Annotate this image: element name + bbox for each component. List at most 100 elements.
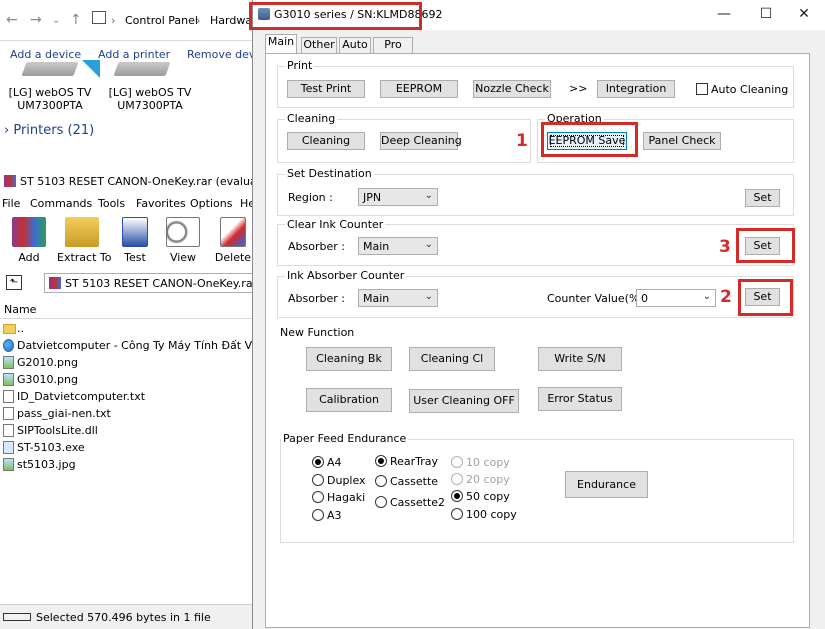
- region-label: Region :: [288, 191, 333, 204]
- delete-button[interactable]: Delete: [208, 215, 258, 265]
- device-label: [LG] webOS TV UM7300PTA: [8, 86, 92, 112]
- test-label: Test: [124, 251, 146, 264]
- chevron-down-icon[interactable]: ⌄: [52, 15, 60, 26]
- winrar-icon: [4, 175, 16, 187]
- image-file-icon: [3, 356, 14, 369]
- menu-options[interactable]: Options: [190, 197, 232, 210]
- clear-absorber-label: Absorber :: [288, 240, 345, 253]
- ink-absorber-counter-group: [277, 276, 794, 318]
- tray-cassette-radio[interactable]: [375, 475, 387, 487]
- breadcrumb-hardware[interactable]: Hardwa: [210, 14, 252, 27]
- tab-pro[interactable]: Pro: [373, 37, 413, 53]
- tv-device-icon[interactable]: [18, 60, 100, 84]
- file-icon: [3, 390, 14, 403]
- menu-favorites[interactable]: Favorites: [136, 197, 186, 210]
- add-button[interactable]: Add: [4, 215, 54, 265]
- ink-absorber-counter-label: Ink Absorber Counter: [285, 269, 407, 282]
- forward-arrow-icon[interactable]: →: [30, 12, 42, 28]
- copy-20-label: 20 copy: [466, 473, 510, 486]
- breadcrumb-control-panel[interactable]: Control Panel: [125, 14, 198, 27]
- list-item[interactable]: ID_Datvietcomputer.txt: [0, 388, 252, 405]
- tv-device-icon[interactable]: [110, 62, 174, 84]
- copy-20-radio[interactable]: [451, 473, 463, 485]
- size-hagaki-radio[interactable]: [312, 491, 324, 503]
- deep-cleaning-button[interactable]: Deep Cleaning: [380, 132, 462, 150]
- endurance-button[interactable]: Endurance: [565, 471, 648, 498]
- nozzle-check-button[interactable]: Nozzle Check: [473, 80, 551, 98]
- size-a4-radio[interactable]: [312, 456, 324, 468]
- breadcrumb-separator: ›: [196, 14, 201, 27]
- delete-icon: [220, 217, 246, 247]
- set-destination-group: [277, 174, 794, 216]
- add-printer-link[interactable]: Add a printer: [98, 48, 170, 61]
- extract-to-label: Extract To: [57, 251, 112, 264]
- user-cleaning-off-button[interactable]: User Cleaning OFF: [409, 389, 519, 413]
- test-print-button[interactable]: Test Print: [287, 80, 365, 98]
- tray-rear-radio[interactable]: [375, 455, 387, 467]
- menu-file[interactable]: File: [2, 197, 20, 210]
- folder-extract-icon: [65, 217, 99, 247]
- absorber-counter-select[interactable]: Main ⌄: [358, 289, 438, 307]
- cleaning-cl-button[interactable]: Cleaning Cl: [409, 347, 495, 371]
- tab-other[interactable]: Other: [301, 37, 337, 53]
- list-item[interactable]: G2010.png: [0, 354, 252, 371]
- calibration-button[interactable]: Calibration: [306, 388, 392, 412]
- list-item[interactable]: ST-5103.exe: [0, 439, 252, 456]
- close-icon[interactable]: ✕: [789, 4, 819, 24]
- tray-rear-label: RearTray: [390, 455, 439, 468]
- file-icon: [3, 407, 14, 420]
- auto-cleaning-checkbox[interactable]: [696, 83, 708, 95]
- add-device-link[interactable]: Add a device: [10, 48, 81, 61]
- cleaning-bk-button[interactable]: Cleaning Bk: [306, 347, 392, 371]
- view-button[interactable]: View: [158, 215, 208, 265]
- region-select[interactable]: JPN ⌄: [358, 188, 438, 206]
- copy-100-radio[interactable]: [451, 508, 463, 520]
- back-arrow-icon[interactable]: ←: [6, 12, 18, 28]
- list-item[interactable]: G3010.png: [0, 371, 252, 388]
- copy-10-radio[interactable]: [451, 456, 463, 468]
- up-arrow-icon[interactable]: ↑: [70, 12, 82, 28]
- chevron-down-icon: ⌄: [424, 291, 433, 302]
- printers-section-header[interactable]: › Printers (21): [4, 123, 94, 138]
- size-a3-radio[interactable]: [312, 509, 324, 521]
- menu-tools[interactable]: Tools: [98, 197, 125, 210]
- cleaning-button[interactable]: Cleaning: [287, 132, 365, 150]
- glasses-view-icon: [166, 217, 200, 247]
- folder-icon: [3, 324, 16, 334]
- tray-cassette2-radio[interactable]: [375, 496, 387, 508]
- tab-main[interactable]: Main: [265, 34, 297, 53]
- copy-50-radio[interactable]: [451, 490, 463, 502]
- arrows-label: >>: [569, 82, 588, 95]
- up-folder-icon[interactable]: ⬑: [6, 275, 22, 290]
- status-text: Selected 570.496 bytes in 1 file: [36, 611, 211, 624]
- archive-add-icon: [12, 217, 46, 247]
- winrar-icon: [49, 277, 61, 289]
- error-status-button[interactable]: Error Status: [538, 387, 622, 411]
- background-explorer: ← → ⌄ ↑ › Control Panel › Hardwa Add a d…: [0, 0, 294, 629]
- extract-to-button[interactable]: Extract To: [57, 215, 112, 265]
- new-function-label: New Function: [280, 326, 355, 339]
- control-panel-icon: [92, 11, 106, 24]
- maximize-icon[interactable]: ☐: [751, 4, 781, 24]
- counter-value-select[interactable]: 0 ⌄: [636, 289, 716, 307]
- set-destination-button[interactable]: Set: [745, 189, 780, 207]
- menu-commands[interactable]: Commands: [30, 197, 92, 210]
- list-item[interactable]: ..: [0, 320, 252, 337]
- eeprom-button[interactable]: EEPROM: [380, 80, 458, 98]
- tab-auto[interactable]: Auto: [339, 37, 371, 53]
- write-sn-button[interactable]: Write S/N: [538, 347, 622, 371]
- minimize-icon[interactable]: —: [709, 4, 739, 24]
- test-button[interactable]: Test: [110, 215, 160, 265]
- list-item[interactable]: SIPToolsLite.dll: [0, 422, 252, 439]
- list-item[interactable]: Datvietcomputer - Công Ty Máy Tính Đất V…: [0, 337, 284, 354]
- region-value: JPN: [363, 191, 382, 204]
- integration-button[interactable]: Integration: [597, 80, 675, 98]
- size-a4-label: A4: [327, 456, 342, 469]
- size-duplex-radio[interactable]: [312, 474, 324, 486]
- list-item[interactable]: st5103.jpg: [0, 456, 252, 473]
- clear-absorber-select[interactable]: Main ⌄: [358, 237, 438, 255]
- archive-path-field[interactable]: ST 5103 RESET CANON-OneKey.rar - RA: [44, 273, 283, 293]
- column-header-name[interactable]: Name: [4, 303, 36, 316]
- panel-check-button[interactable]: Panel Check: [643, 132, 721, 150]
- list-item[interactable]: pass_giai-nen.txt: [0, 405, 252, 422]
